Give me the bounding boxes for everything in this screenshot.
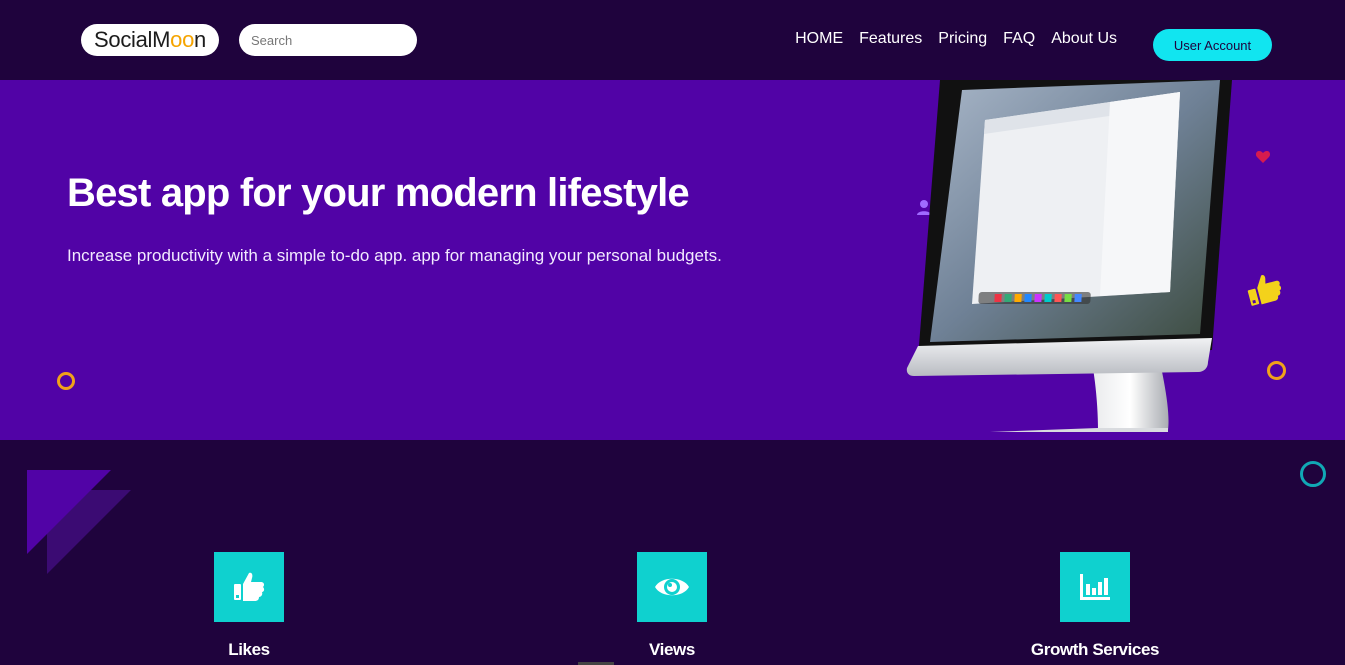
bar-chart-icon	[1080, 574, 1110, 600]
user-account-button[interactable]: User Account	[1153, 29, 1272, 61]
site-header: SocialMoon HOME Features Pricing FAQ Abo…	[0, 0, 1345, 80]
nav-about-us[interactable]: About Us	[1051, 30, 1117, 48]
hero-title: Best app for your modern lifestyle	[67, 171, 690, 215]
user-icon	[917, 200, 931, 215]
feature-views: Views	[572, 552, 772, 660]
logo-text-prefix: SocialM	[94, 27, 171, 52]
feature-label-growth-services: Growth Services	[1030, 640, 1160, 659]
logo-text-suffix: n	[194, 27, 206, 52]
nav-faq[interactable]: FAQ	[1003, 30, 1035, 48]
decor-ring-orange	[57, 372, 75, 390]
logo-text-oo: oo	[170, 27, 195, 52]
growth-services-tile[interactable]	[1060, 552, 1130, 622]
decor-ring-orange	[1267, 361, 1286, 380]
feature-growth-services: Growth Services	[995, 552, 1195, 660]
features-section: Likes Views Growth Services	[0, 440, 1345, 665]
decor-triangles	[27, 470, 131, 574]
feature-label-views: Views	[649, 640, 695, 659]
likes-tile[interactable]	[214, 552, 284, 622]
hero-section: Best app for your modern lifestyle Incre…	[0, 80, 1345, 440]
feature-likes: Likes	[149, 552, 349, 660]
nav-home[interactable]: HOME	[795, 30, 843, 48]
main-nav: HOME Features Pricing FAQ About Us	[795, 30, 1117, 48]
views-tile[interactable]	[637, 552, 707, 622]
decor-ring-cyan	[1300, 461, 1326, 487]
logo[interactable]: SocialMoon	[81, 24, 219, 56]
eye-icon	[655, 578, 689, 596]
heart-icon	[1255, 151, 1271, 163]
hero-subtitle: Increase productivity with a simple to-d…	[67, 246, 722, 265]
feature-label-likes: Likes	[228, 640, 270, 659]
search-input[interactable]	[239, 24, 417, 56]
nav-features[interactable]: Features	[859, 30, 922, 48]
thumbs-up-icon	[1247, 274, 1282, 306]
thumbs-up-icon	[234, 572, 265, 601]
nav-pricing[interactable]: Pricing	[938, 30, 987, 48]
